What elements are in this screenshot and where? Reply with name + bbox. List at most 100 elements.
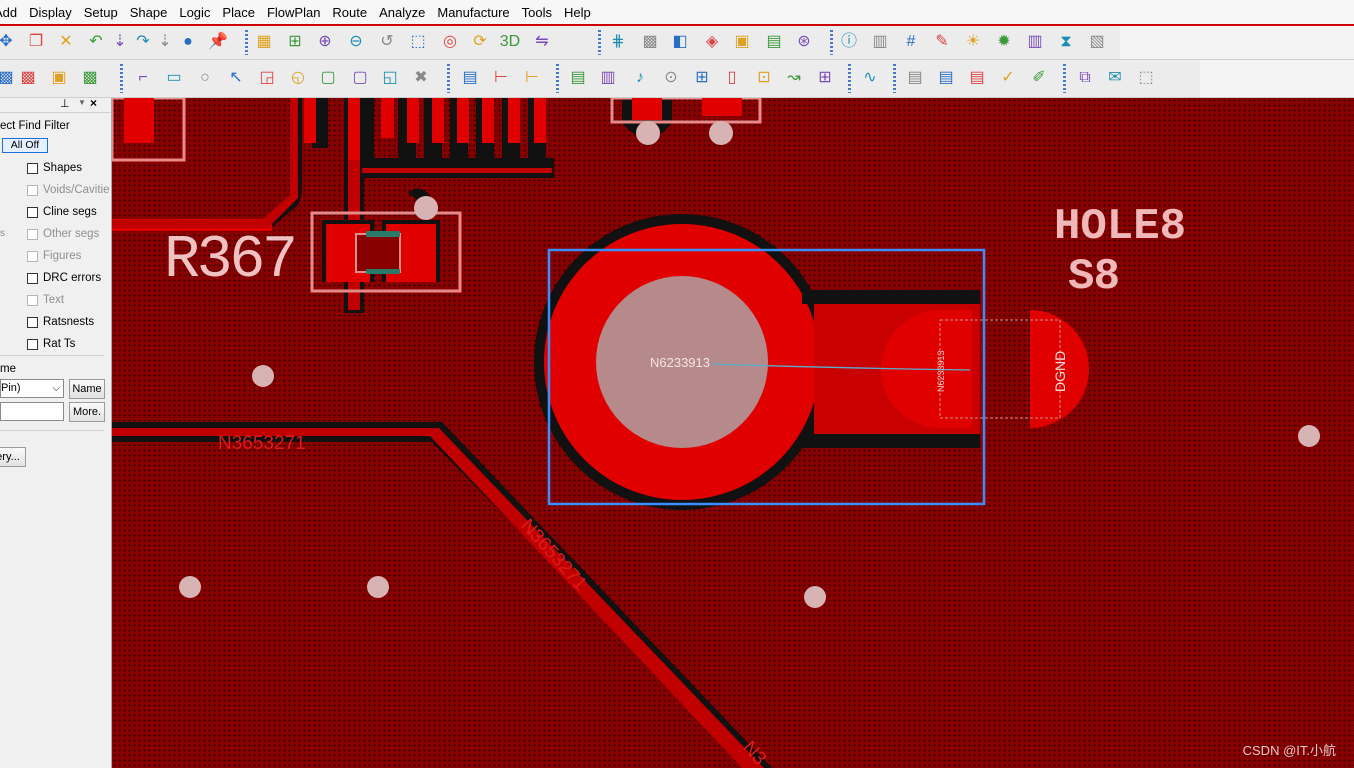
close-icon[interactable]: × [90,98,97,110]
zoom-prev-icon[interactable]: ↺ [375,30,399,54]
zoom-in-icon[interactable]: ⊕ [313,30,337,54]
redo-down-icon[interactable]: ⇣ [108,30,132,54]
gerber-icon[interactable]: ⊛ [792,30,816,54]
chevron-down-icon[interactable]: ▼ [78,98,86,107]
menu-add[interactable]: Add [0,5,17,20]
layers-icon[interactable]: ◧ [668,30,692,54]
doc-icon[interactable]: ▥ [596,66,620,90]
help-icon[interactable]: ⬚ [1134,66,1158,90]
delete-icon[interactable]: ✕ [54,30,78,54]
all-off-button[interactable]: All Off [2,138,48,153]
grid-icon[interactable]: ▦ [252,30,276,54]
checkbox[interactable] [27,206,38,218]
name-button[interactable]: Name [69,379,105,399]
menu-flowplan[interactable]: FlowPlan [255,5,320,20]
label-123-icon[interactable]: # [899,30,923,54]
menu-shape[interactable]: Shape [118,5,168,20]
zoom-world-icon[interactable]: ⬚ [406,30,430,54]
report-icon[interactable]: ∿ [858,66,882,90]
pin-icon[interactable]: ⊥ [60,98,70,110]
route-icon[interactable]: ⊞ [813,66,837,90]
place-icon[interactable]: ✖ [409,66,433,90]
dfa-icon[interactable]: ▤ [762,30,786,54]
camera-icon[interactable]: ♪ [628,66,652,90]
rect-icon[interactable]: ▭ [162,66,186,90]
mail-icon[interactable]: ⧉ [1073,66,1097,90]
zoom-out-icon[interactable]: ⊖ [344,30,368,54]
checkbox[interactable] [27,162,38,174]
add-line-icon[interactable]: ⌐ [131,66,155,90]
checkbox[interactable] [27,272,38,284]
3d-icon[interactable]: 3D [498,30,522,54]
find-by-select[interactable]: Pin) ⌵ [0,379,64,398]
pcb-canvas[interactable]: R367 HOLE8 S8 N6233913 N6233913 DGND N36… [112,98,1354,768]
check-icon[interactable]: ▤ [965,66,989,90]
wrench-icon[interactable]: ✓ [996,66,1020,90]
checkbox[interactable] [27,316,38,328]
more-button[interactable]: More. [69,402,105,422]
delete-shape-icon[interactable]: ◱ [378,66,402,90]
window-icon[interactable]: ✐ [1027,66,1051,90]
query-button[interactable]: ery... [0,447,26,467]
menu-help[interactable]: Help [552,5,591,20]
dim-edit-icon[interactable]: ⊢ [489,66,513,90]
menu-place[interactable]: Place [210,5,255,20]
flip-icon[interactable]: ⇋ [530,30,554,54]
filter-shapes[interactable]: Shapes [27,160,82,176]
checkbox[interactable] [27,338,38,350]
layer-d-icon[interactable]: ▩ [78,66,102,90]
select-icon[interactable]: ↖ [224,66,248,90]
merge-icon[interactable]: ▢ [316,66,340,90]
menu-route[interactable]: Route [320,5,367,20]
menu-manufacture[interactable]: Manufacture [425,5,509,20]
redo-icon[interactable]: ↷ [131,30,155,54]
fanout-icon[interactable]: ↝ [782,66,806,90]
report3-icon[interactable]: ▤ [934,66,958,90]
grid-snap-icon[interactable]: ▯ [720,66,744,90]
measure-icon[interactable]: ▥ [868,30,892,54]
shadow-icon[interactable]: ◈ [700,30,724,54]
filter-cline-segs[interactable]: Cline segs [27,204,97,220]
pcb-drawing[interactable]: R367 HOLE8 S8 N6233913 N6233913 DGND N36… [112,98,1354,768]
shape-edit-icon[interactable]: ◲ [255,66,279,90]
zoom-fit-icon[interactable]: ⊞ [283,30,307,54]
cm-icon[interactable]: ▣ [730,30,754,54]
sun-icon[interactable]: ☀ [961,30,985,54]
slide-icon[interactable]: ⊡ [752,66,776,90]
oops-icon[interactable]: ⇣ [153,30,177,54]
dim-icon[interactable]: ▤ [458,66,482,90]
mail2-icon[interactable]: ✉ [1103,66,1127,90]
menu-analyze[interactable]: Analyze [367,5,425,20]
grid-toggle-icon[interactable]: ⋕ [606,30,630,54]
unroute-icon[interactable]: ▧ [1085,30,1109,54]
hourglass-icon[interactable]: ⧗ [1054,30,1078,54]
pin-icon[interactable]: 📌 [206,30,230,54]
void-icon[interactable]: ◵ [286,66,310,90]
menu-tools[interactable]: Tools [510,5,552,20]
hole8-pad[interactable] [534,214,1089,510]
layer-b-icon[interactable]: ▩ [16,66,40,90]
filter-ratsnests[interactable]: Ratsnests [27,314,94,330]
undo-icon[interactable]: ↶ [84,30,108,54]
menu-display[interactable]: Display [17,5,72,20]
odb-icon[interactable]: ⊢ [520,66,544,90]
dehighlight-icon[interactable]: ✹ [992,30,1016,54]
info-icon[interactable]: ⓘ [837,30,861,54]
report2-icon[interactable]: ▤ [903,66,927,90]
rename-icon[interactable]: ⊙ [659,66,683,90]
layer-c-icon[interactable]: ▣ [47,66,71,90]
filter-rat-ts[interactable]: Rat Ts [27,336,75,352]
r367-footprint[interactable] [310,188,462,293]
zoom-center-icon[interactable]: ◎ [438,30,462,54]
highlight-icon[interactable]: ✎ [930,30,954,54]
book-icon[interactable]: ▤ [566,66,590,90]
frame-icon[interactable]: ▢ [348,66,372,90]
circle-icon[interactable]: ○ [193,66,217,90]
books-icon[interactable]: ▥ [1023,30,1047,54]
tag-icon[interactable]: ⊞ [690,66,714,90]
color-icon[interactable]: ▩ [638,30,662,54]
name-input[interactable] [0,402,64,421]
copy-icon[interactable]: ❐ [24,30,48,54]
filter-drc-errors[interactable]: DRC errors [27,270,101,286]
menu-setup[interactable]: Setup [72,5,118,20]
